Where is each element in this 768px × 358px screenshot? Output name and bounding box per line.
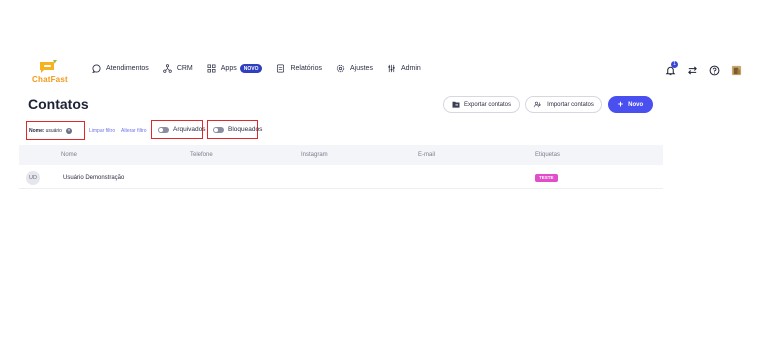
user-avatar[interactable] xyxy=(730,64,742,76)
help-button[interactable] xyxy=(708,64,720,76)
blocked-switch[interactable] xyxy=(213,126,224,133)
table-header: Nome Telefone Instagram E-mail Etiquetas xyxy=(19,145,663,165)
nav-item-ajustes[interactable]: Ajustes xyxy=(336,64,373,73)
chat-icon xyxy=(92,64,101,73)
chatfast-logo[interactable]: ChatFast xyxy=(30,60,68,86)
contact-name[interactable]: Usuário Demonstração xyxy=(63,175,124,181)
nav-item-relatorios[interactable]: Relatórios xyxy=(276,64,322,73)
blocked-toggle[interactable]: Bloqueados xyxy=(213,126,262,133)
chip-value: usuário xyxy=(45,127,62,134)
page-title: Contatos xyxy=(28,96,89,112)
clear-filter-link[interactable]: Limpar filtro xyxy=(89,128,115,134)
export-label: Exportar contatos xyxy=(463,101,512,108)
tag-badge[interactable]: TESTE xyxy=(535,174,558,182)
sliders-icon xyxy=(388,64,395,73)
nav-item-apps[interactable]: Apps NOVO xyxy=(207,64,263,73)
nav-item-atendimentos[interactable]: Atendimentos xyxy=(92,64,149,73)
blocked-label: Bloqueados xyxy=(228,126,263,133)
column-header-email[interactable]: E-mail xyxy=(418,152,435,158)
chip-key: Nome: xyxy=(29,127,45,134)
switch-account-button[interactable] xyxy=(686,64,698,76)
nav-label: CRM xyxy=(176,65,193,72)
name-filter-chip[interactable]: Nome: usuário × xyxy=(29,125,72,136)
new-label: Novo xyxy=(628,101,644,108)
export-contacts-button[interactable]: Exportar contatos xyxy=(443,96,520,113)
remove-filter-icon[interactable]: × xyxy=(65,127,72,134)
main-nav: Atendimentos CRM Apps NOVO Relatórios Aj… xyxy=(92,64,435,73)
crm-nodes-icon xyxy=(163,64,172,73)
plus-icon: + xyxy=(617,99,624,109)
nav-label: Apps xyxy=(220,65,237,72)
nav-label: Atendimentos xyxy=(106,65,149,72)
table-row[interactable]: UD Usuário Demonstração TESTE xyxy=(19,167,663,189)
column-header-etiquetas[interactable]: Etiquetas xyxy=(535,152,560,158)
new-badge: NOVO xyxy=(239,64,263,73)
contact-avatar: UD xyxy=(26,171,40,185)
brand-name: ChatFast xyxy=(32,75,68,84)
folder-export-icon xyxy=(452,101,460,108)
nav-label: Ajustes xyxy=(349,65,373,72)
help-circle-icon xyxy=(709,65,719,75)
apps-grid-icon xyxy=(207,64,216,73)
avatar-image-icon xyxy=(731,65,741,75)
gear-icon xyxy=(336,64,345,73)
notification-count: 1 xyxy=(671,61,678,68)
nav-label: Relatórios xyxy=(290,65,322,72)
swap-arrows-icon xyxy=(687,65,697,75)
archived-label: Arquivados xyxy=(173,126,206,133)
report-icon xyxy=(277,64,285,73)
archived-toggle[interactable]: Arquivados xyxy=(158,126,206,133)
change-filter-link[interactable]: Alterar filtro xyxy=(121,128,147,134)
people-import-icon xyxy=(533,101,542,108)
top-right-icons: 1 xyxy=(664,61,752,76)
chat-bubble-logo-icon xyxy=(40,60,57,73)
nav-label: Admin xyxy=(400,65,421,72)
nav-item-crm[interactable]: CRM xyxy=(163,64,193,73)
import-label: Importar contatos xyxy=(547,101,594,108)
new-contact-button[interactable]: + Novo xyxy=(608,96,653,113)
top-navbar: ChatFast Atendimentos CRM Apps NOVO Rela… xyxy=(0,58,768,88)
notifications-button[interactable]: 1 xyxy=(664,61,678,76)
column-header-instagram[interactable]: Instagram xyxy=(301,152,328,158)
column-header-telefone[interactable]: Telefone xyxy=(190,152,213,158)
nav-item-admin[interactable]: Admin xyxy=(387,64,421,73)
column-header-nome[interactable]: Nome xyxy=(61,152,77,158)
archived-switch[interactable] xyxy=(158,126,169,133)
import-contacts-button[interactable]: Importar contatos xyxy=(525,96,602,113)
